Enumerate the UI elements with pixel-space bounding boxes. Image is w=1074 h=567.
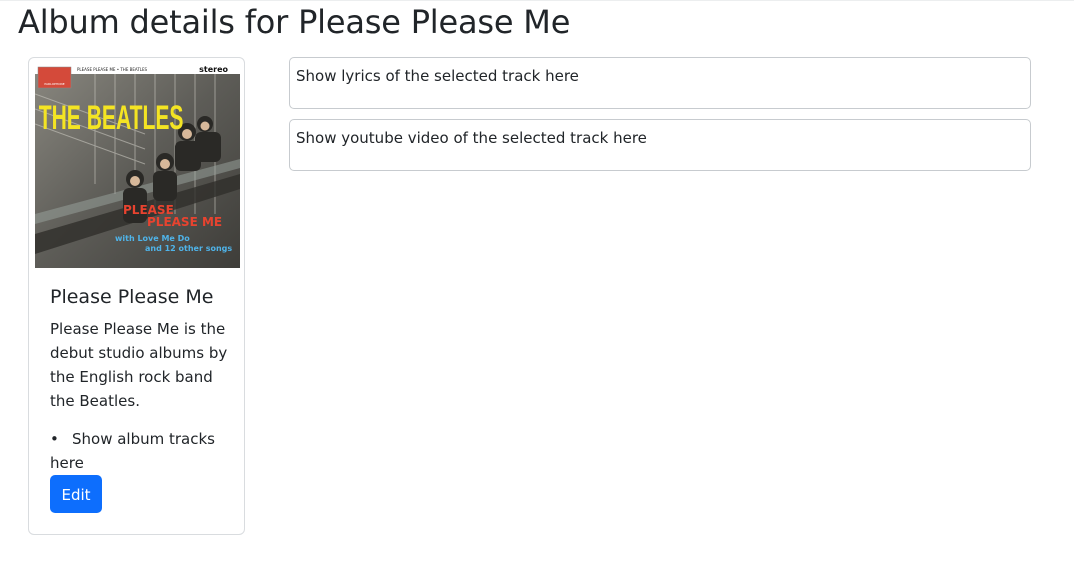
svg-text:THE BEATLES: THE BEATLES [39,98,184,136]
svg-text:PLEASE PLEASE ME • THE BEATLES: PLEASE PLEASE ME • THE BEATLES [77,67,148,72]
page-title: Album details for Please Please Me [18,3,571,41]
album-card: PARLOPHONE PLEASE PLEASE ME • THE BEATLE… [28,57,245,535]
album-tracks-placeholder: • Show album tracks here [50,430,215,472]
svg-text:with Love Me Do: with Love Me Do [115,234,190,243]
album-title: Please Please Me [50,286,214,308]
album-tracks-list: • Show album tracks here [50,427,230,475]
album-description: Please Please Me is the debut studio alb… [50,320,228,410]
album-cover-image: PARLOPHONE PLEASE PLEASE ME • THE BEATLE… [35,64,240,268]
lyrics-panel: Show lyrics of the selected track here [289,57,1031,109]
top-divider [0,0,1074,1]
svg-text:PLEASE ME: PLEASE ME [147,215,222,229]
svg-text:stereo: stereo [199,65,228,74]
youtube-video-panel: Show youtube video of the selected track… [289,119,1031,171]
edit-button[interactable]: Edit [50,475,102,513]
svg-text:PARLOPHONE: PARLOPHONE [44,82,64,86]
svg-text:and 12 other songs: and 12 other songs [145,244,232,253]
album-card-body: Please Please Me Please Please Me is the… [50,284,230,513]
